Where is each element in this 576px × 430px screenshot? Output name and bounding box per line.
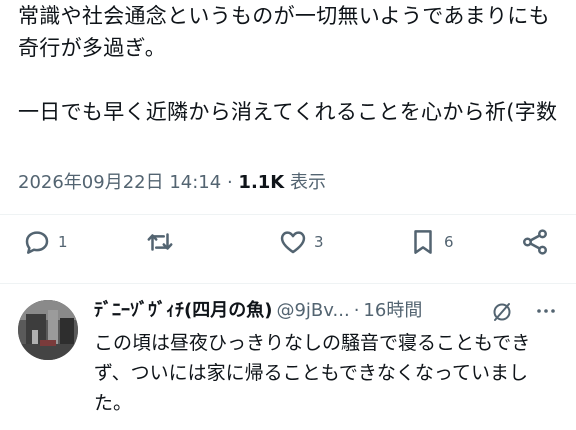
action-bar: 1 3 6 [0, 222, 576, 262]
views-label: 表示 [290, 172, 326, 193]
reply-author-handle[interactable]: @9jBv... [276, 300, 349, 321]
like-count: 3 [314, 233, 324, 251]
reply-time[interactable]: 16時間 [363, 300, 422, 321]
more-icon[interactable] [534, 299, 558, 323]
bookmark-icon [414, 230, 432, 254]
reply-count: 1 [58, 233, 68, 251]
reply-text: この頃は昼夜ひっきりなしの騒音で寝ることもできず、ついには家に帰ることもできなく… [94, 332, 531, 414]
reply-separator: · [353, 300, 360, 321]
share-button[interactable] [520, 222, 550, 262]
grok-icon[interactable] [490, 300, 514, 324]
retweet-button[interactable] [145, 222, 181, 262]
reply-item[interactable]: ﾃﾞﾆｰｿﾞｳﾞｨﾁ(四月の魚) @9jBv... · 16時間 この頃は昼夜ひっきり… [0, 292, 576, 430]
tweet-text: 常識や社会通念というものが一切無いようであまりにも奇行が多過ぎ。 一日でも早く近… [18, 4, 558, 124]
like-button[interactable]: 3 [278, 222, 324, 262]
tweet-datetime[interactable]: 2026年09月22日 14:14 [18, 172, 221, 193]
reply-author-name[interactable]: ﾃﾞﾆｰｿﾞｳﾞｨﾁ(四月の魚) [94, 300, 272, 321]
avatar[interactable] [18, 300, 78, 360]
reply-header: ﾃﾞﾆｰｿﾞｳﾞｨﾁ(四月の魚) @9jBv... · 16時間 [94, 298, 564, 324]
tweet-detail-view: 常識や社会通念というものが一切無いようであまりにも奇行が多過ぎ。 一日でも早く近… [0, 0, 576, 430]
retweet-icon [147, 233, 173, 251]
meta-separator: · [226, 172, 233, 193]
divider [0, 283, 576, 284]
avatar-image [18, 300, 78, 360]
views-count: 1.1K [238, 172, 285, 193]
tweet-meta: 2026年09月22日 14:14 · 1.1K 表示 [18, 170, 326, 196]
reply-icon [25, 231, 49, 254]
bookmark-count: 6 [444, 233, 454, 251]
share-icon [523, 229, 547, 255]
heart-icon [280, 231, 306, 254]
reply-button[interactable]: 1 [22, 222, 68, 262]
divider [0, 214, 576, 215]
bookmark-button[interactable]: 6 [408, 222, 454, 262]
